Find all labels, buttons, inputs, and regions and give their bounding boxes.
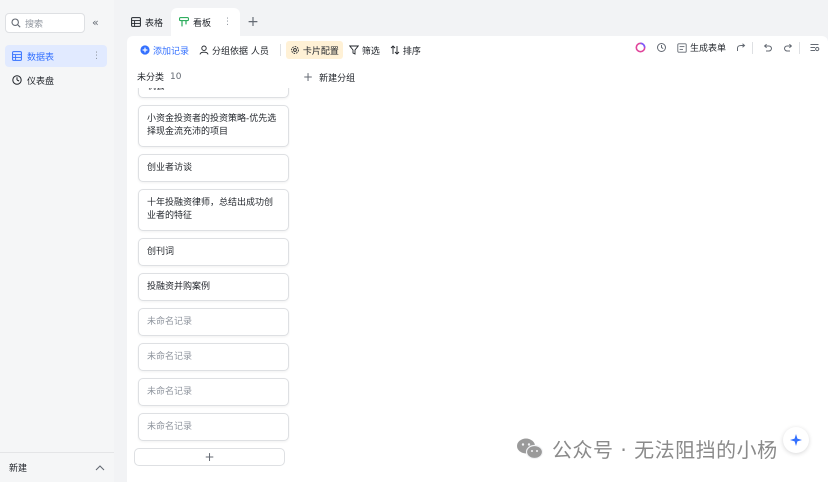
table-icon — [11, 51, 22, 62]
sidebar-item-label: 仪表盘 — [27, 76, 55, 87]
kanban-card[interactable]: 未命名记录 — [138, 378, 289, 406]
kanban-card[interactable]: 机会 — [138, 88, 289, 98]
kanban-card[interactable]: 未命名记录 — [138, 308, 289, 336]
tab-grid[interactable]: 表格 — [123, 8, 171, 36]
add-view-button[interactable]: + — [240, 8, 266, 36]
new-group-button[interactable]: + 新建分组 — [303, 70, 355, 84]
card-title: 投融资并购案例 — [147, 281, 211, 292]
card-title: 小资金投资者的投资策略-优先选择现金流充沛的项目 — [147, 114, 277, 137]
redo-icon[interactable] — [783, 42, 794, 53]
share-icon[interactable] — [736, 42, 747, 53]
sidebar: 搜索 « 数据表 ⋮ 仪表盘 新建 — [0, 0, 114, 482]
new-button[interactable]: 新建 — [9, 461, 27, 474]
plus-icon: + — [303, 70, 314, 84]
card-title: 未命名记录 — [147, 316, 193, 327]
sparkle-icon — [790, 434, 802, 446]
group-header[interactable]: 未分类 10 — [137, 70, 182, 84]
form-icon — [677, 42, 687, 53]
grid-icon — [131, 17, 141, 27]
group-name: 未分类 — [137, 73, 165, 83]
gear-icon — [290, 45, 300, 55]
card-title: 机会 — [147, 88, 165, 94]
plus-icon: + — [247, 14, 259, 30]
kanban-card[interactable]: 创业者访谈 — [138, 154, 289, 182]
plus-icon: + — [204, 450, 215, 464]
kanban-card[interactable]: 创刊词 — [138, 238, 289, 266]
group-by-label: 分组依据 人员 — [212, 46, 269, 57]
card-title: 未命名记录 — [147, 351, 193, 362]
kanban-icon — [179, 17, 189, 27]
kanban-card[interactable]: 未命名记录 — [138, 343, 289, 371]
ai-ring-icon[interactable] — [635, 42, 646, 53]
sort-button[interactable]: 排序 — [386, 41, 425, 59]
toolbar-divider — [279, 44, 281, 56]
sidebar-item-datatable[interactable]: 数据表 ⋮ — [5, 45, 107, 67]
card-config-button[interactable]: 卡片配置 — [285, 41, 343, 59]
card-title: 创刊词 — [147, 246, 175, 257]
group-by-button[interactable]: 分组依据 人员 — [195, 41, 273, 59]
more-vertical-icon[interactable]: ⋮ — [223, 17, 232, 27]
card-title: 未命名记录 — [147, 386, 193, 397]
search-placeholder: 搜索 — [25, 19, 44, 30]
tab-label: 看板 — [193, 18, 212, 29]
group-count: 10 — [170, 71, 182, 82]
toolbar-divider — [752, 41, 753, 54]
sort-icon — [390, 45, 400, 55]
view-settings-icon[interactable] — [809, 42, 820, 53]
ai-assistant-button[interactable] — [783, 427, 809, 453]
wechat-icon — [516, 437, 544, 461]
card-title: 十年投融资律师，总结出成功创业者的特征 — [147, 198, 274, 221]
dashboard-icon — [11, 75, 22, 86]
more-vertical-icon[interactable]: ⋮ — [92, 51, 101, 61]
toolbar-divider — [799, 41, 800, 54]
kanban-column-uncategorized: 机会 小资金投资者的投资策略-优先选择现金流充沛的项目 创业者访谈 十年投融资律… — [137, 88, 290, 468]
card-title: 未命名记录 — [147, 421, 193, 432]
filter-icon — [348, 45, 359, 55]
view-toolbar: 添加记录 分组依据 人员 卡片配置 筛选 排序 生成表单 — [127, 36, 828, 64]
plus-circle-icon — [140, 45, 150, 55]
card-title: 创业者访谈 — [147, 162, 193, 173]
kanban-card[interactable]: 十年投融资律师，总结出成功创业者的特征 — [138, 189, 289, 231]
new-group-label: 新建分组 — [319, 73, 356, 84]
main-area: 表格 看板 ⋮ + 添加记录 分组依据 人员 卡片配置 筛选 排序 生成表单 未… — [123, 0, 828, 482]
double-chevron-left-icon[interactable]: « — [92, 16, 99, 29]
filter-button[interactable]: 筛选 — [345, 41, 384, 59]
filter-label: 筛选 — [361, 46, 380, 57]
automation-icon[interactable] — [656, 42, 667, 53]
generate-form-label: 生成表单 — [689, 44, 726, 54]
search-input[interactable]: 搜索 — [5, 13, 85, 33]
sidebar-item-dashboard[interactable]: 仪表盘 — [5, 69, 107, 91]
toolbar-right: 生成表单 — [625, 41, 820, 54]
sort-label: 排序 — [402, 46, 421, 57]
card-config-label: 卡片配置 — [302, 46, 339, 57]
add-record-button[interactable]: 添加记录 — [136, 41, 193, 59]
sidebar-item-label: 数据表 — [27, 52, 55, 63]
generate-form-button[interactable]: 生成表单 — [677, 41, 726, 54]
kanban-card[interactable]: 未命名记录 — [138, 413, 289, 441]
person-icon — [199, 45, 209, 55]
tab-label: 表格 — [145, 18, 164, 29]
view-tabbar: 表格 看板 ⋮ + — [123, 6, 828, 36]
undo-icon[interactable] — [762, 42, 773, 53]
add-record-label: 添加记录 — [153, 46, 190, 57]
watermark: 公众号 · 无法阻挡的小杨 — [516, 434, 778, 463]
search-icon — [11, 18, 21, 28]
kanban-workspace: 添加记录 分组依据 人员 卡片配置 筛选 排序 生成表单 未分类 10 + 新建… — [127, 36, 828, 482]
tab-kanban[interactable]: 看板 ⋮ — [171, 8, 241, 36]
watermark-text: 公众号 · 无法阻挡的小杨 — [552, 438, 778, 462]
add-card-button[interactable]: + — [134, 448, 285, 466]
kanban-card[interactable]: 小资金投资者的投资策略-优先选择现金流充沛的项目 — [138, 105, 289, 147]
kanban-card[interactable]: 投融资并购案例 — [138, 273, 289, 301]
chevron-up-icon[interactable] — [95, 464, 105, 472]
sidebar-footer: 新建 — [0, 452, 114, 482]
